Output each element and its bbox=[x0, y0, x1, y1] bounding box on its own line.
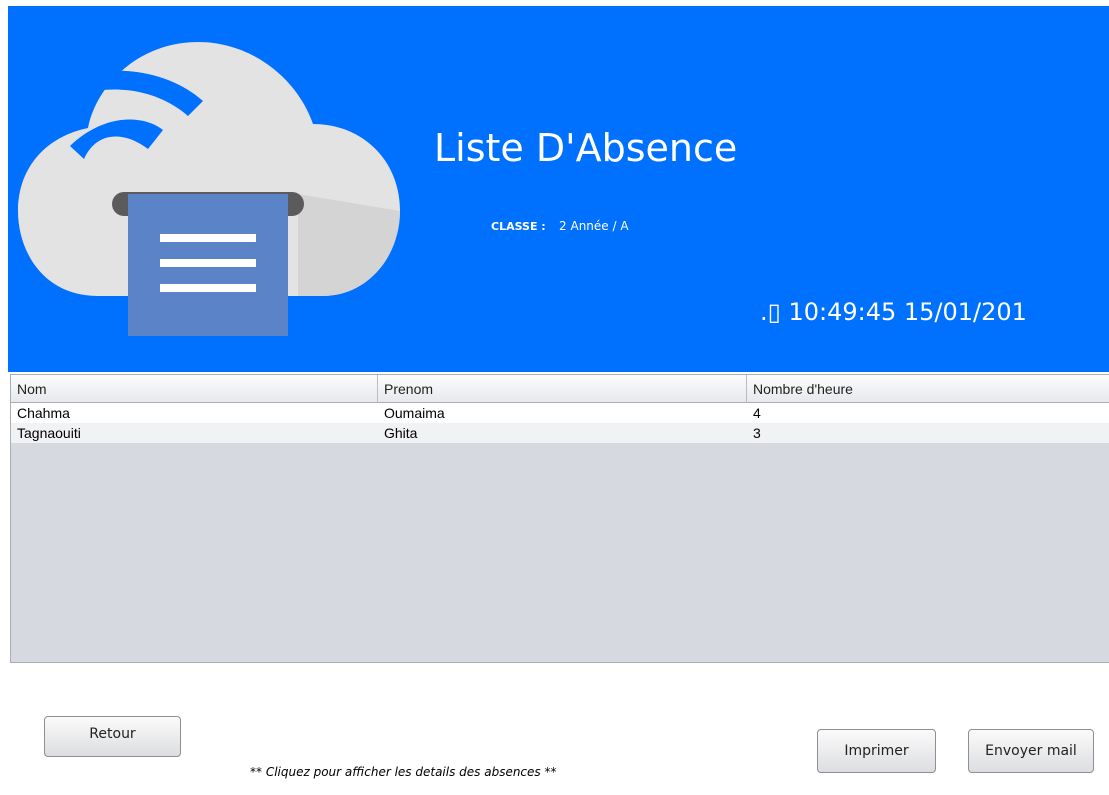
column-header-nombre-heure[interactable]: Nombre d'heure bbox=[747, 375, 1109, 402]
table-header: Nom Prenom Nombre d'heure bbox=[11, 375, 1109, 403]
cell-nom: Chahma bbox=[17, 405, 70, 421]
cell-prenom: Oumaima bbox=[384, 405, 445, 421]
retour-button[interactable]: Retour bbox=[44, 716, 181, 757]
table-row[interactable]: Tagnaouiti Ghita 3 bbox=[11, 423, 1109, 443]
column-header-prenom[interactable]: Prenom bbox=[378, 375, 747, 402]
classe-value: 2 Année / A bbox=[559, 219, 629, 233]
cell-nombre-heure: 4 bbox=[753, 405, 761, 421]
cell-nombre-heure: 3 bbox=[753, 425, 761, 441]
cloud-print-icon bbox=[18, 42, 400, 336]
classe-info: CLASSE : 2 Année / A bbox=[491, 219, 629, 233]
column-header-nom[interactable]: Nom bbox=[11, 375, 378, 402]
header-banner: Liste D'Absence CLASSE : 2 Année / A .▯ … bbox=[8, 6, 1109, 372]
details-hint: ** Cliquez pour afficher les details des… bbox=[250, 765, 557, 779]
envoyer-mail-button[interactable]: Envoyer mail bbox=[968, 729, 1094, 773]
page-title: Liste D'Absence bbox=[434, 126, 738, 170]
clock-display: .▯ 10:49:45 15/01/201 bbox=[760, 298, 1027, 326]
cell-nom: Tagnaouiti bbox=[17, 425, 81, 441]
absence-table[interactable]: Nom Prenom Nombre d'heure Chahma Oumaima… bbox=[10, 374, 1109, 663]
cell-prenom: Ghita bbox=[384, 425, 418, 441]
table-row[interactable]: Chahma Oumaima 4 bbox=[11, 403, 1109, 423]
imprimer-button[interactable]: Imprimer bbox=[817, 729, 936, 773]
classe-label: CLASSE : bbox=[491, 220, 546, 233]
